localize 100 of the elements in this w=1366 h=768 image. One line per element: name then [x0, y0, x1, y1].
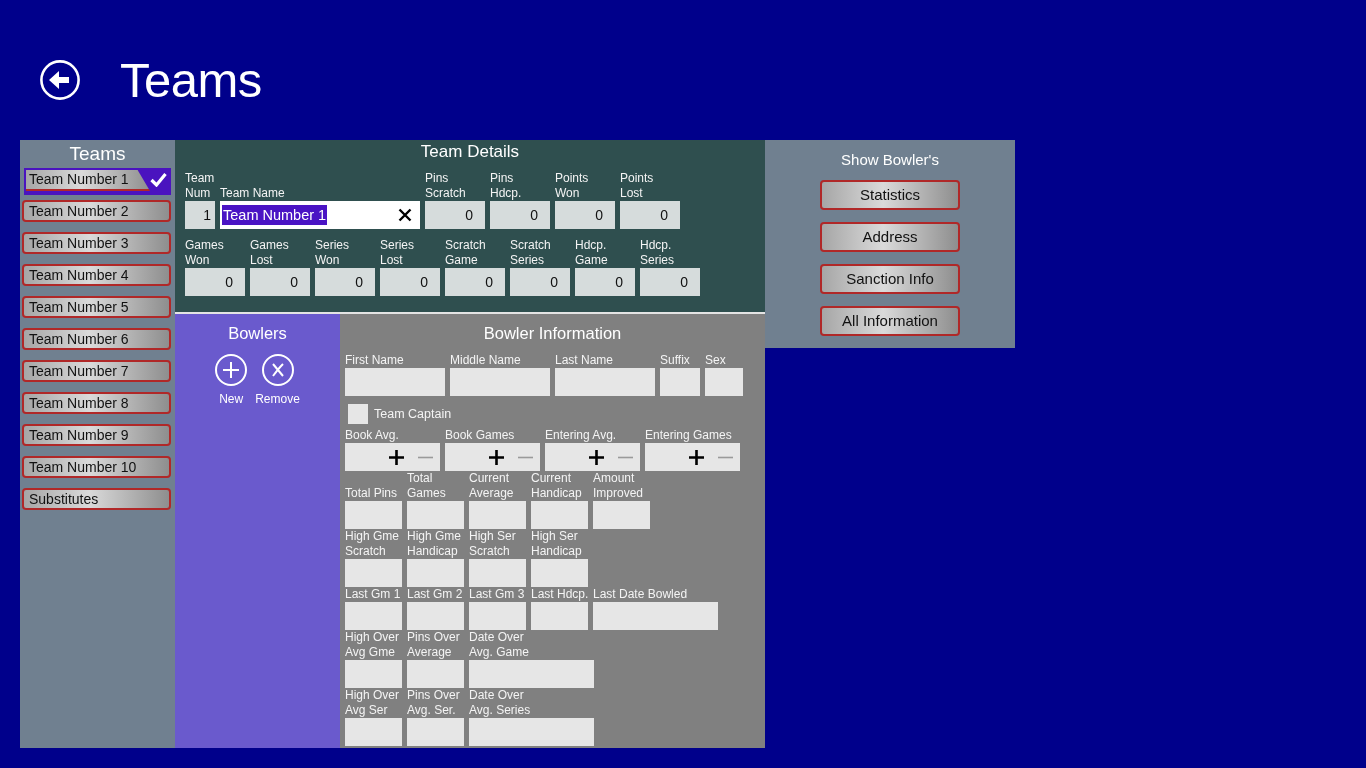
input-field[interactable] — [469, 602, 526, 630]
team-list-item[interactable]: Team Number 10 — [22, 456, 171, 478]
input-field[interactable] — [407, 602, 464, 630]
field-label: High Ser Scratch — [469, 529, 517, 559]
field-label: High Over Avg Gme — [345, 630, 401, 660]
spinner-field[interactable] — [345, 443, 440, 471]
input-field[interactable] — [660, 368, 700, 396]
panel-title: Team Details — [419, 141, 521, 163]
number-field[interactable]: 0 — [425, 201, 485, 229]
field-label: Hdcp. Series — [640, 238, 675, 268]
input-field[interactable] — [345, 660, 402, 688]
team-list-item[interactable]: Team Number 2 — [22, 200, 171, 222]
field-label: Book Avg. — [345, 428, 400, 443]
plus-icon[interactable] — [589, 449, 604, 465]
input-field[interactable] — [531, 501, 588, 529]
number-field[interactable]: 0 — [575, 268, 635, 296]
field-label: Scratch Game — [445, 238, 487, 268]
input-field[interactable] — [469, 718, 594, 746]
number-field[interactable]: 0 — [445, 268, 505, 296]
input-field[interactable] — [345, 602, 402, 630]
checkbox[interactable] — [348, 404, 368, 424]
number-field[interactable]: 0 — [250, 268, 310, 296]
team-list-item[interactable]: Team Number 3 — [22, 232, 171, 254]
input-field[interactable] — [705, 368, 743, 396]
panel-title: Bowler Information — [482, 323, 623, 344]
field-label: Pins Over Avg. Ser. — [407, 688, 461, 718]
field-label: Points Won — [555, 171, 590, 201]
field-label: Last Date Bowled — [593, 587, 689, 602]
input-field[interactable] — [450, 368, 550, 396]
number-field[interactable]: 0 — [185, 268, 245, 296]
panel-title: Bowlers — [227, 323, 288, 344]
plus-icon[interactable] — [389, 449, 404, 465]
field-label: Last Name — [555, 353, 615, 368]
spinner-field[interactable] — [645, 443, 740, 471]
input-field[interactable] — [407, 559, 464, 587]
field-label: Book Games — [445, 428, 516, 443]
team-list-item[interactable]: Team Number 9 — [22, 424, 171, 446]
new-button[interactable]: New — [215, 354, 248, 407]
number-field[interactable]: 0 — [555, 201, 615, 229]
team-list-item[interactable]: Team Number 4 — [22, 264, 171, 286]
input-field[interactable] — [407, 718, 464, 746]
input-field[interactable] — [345, 368, 445, 396]
option-button[interactable]: Statistics — [820, 180, 960, 210]
field-label: Last Hdcp. — [531, 587, 589, 602]
close-icon[interactable] — [398, 208, 412, 222]
field-label: Sex — [705, 353, 727, 368]
check-icon — [150, 172, 167, 187]
field-label: First Name — [345, 353, 405, 368]
option-button[interactable]: Address — [820, 222, 960, 252]
field-label: Entering Avg. — [545, 428, 618, 443]
field-label: Scratch Series — [510, 238, 552, 268]
number-field[interactable]: 1 — [185, 201, 215, 229]
field-label: High Gme Scratch — [345, 529, 401, 559]
input-field[interactable] — [593, 501, 650, 529]
remove-button[interactable]: Remove — [255, 354, 300, 407]
field-label: Pins Scratch — [425, 171, 467, 201]
option-button[interactable]: Sanction Info — [820, 264, 960, 294]
field-label: Pins Hdcp. — [490, 171, 523, 201]
number-field[interactable]: 0 — [620, 201, 680, 229]
input-field[interactable] — [555, 368, 655, 396]
number-field[interactable]: 0 — [510, 268, 570, 296]
input-field[interactable] — [345, 718, 402, 746]
field-label: Current Handicap — [531, 471, 583, 501]
back-icon[interactable] — [40, 60, 80, 100]
input-field[interactable] — [345, 501, 402, 529]
field-label: Total Games — [407, 471, 447, 501]
input-field[interactable] — [469, 501, 526, 529]
input-field[interactable] — [407, 501, 464, 529]
number-field[interactable]: 0 — [380, 268, 440, 296]
field-label: Team Name — [220, 186, 286, 201]
plus-icon[interactable] — [489, 449, 504, 465]
field-label: Series Lost — [380, 238, 415, 268]
team-list-item[interactable]: Substitutes — [22, 488, 171, 510]
input-field[interactable] — [469, 559, 526, 587]
plus-icon[interactable] — [689, 449, 704, 465]
field-label: Points Lost — [620, 171, 655, 201]
spinner-field[interactable] — [545, 443, 640, 471]
spinner-field[interactable] — [445, 443, 540, 471]
input-field[interactable] — [407, 660, 464, 688]
input-field[interactable] — [531, 559, 588, 587]
plus-circle-icon — [215, 354, 248, 386]
text-field[interactable]: Team Number 1 — [220, 201, 420, 229]
input-field[interactable] — [593, 602, 718, 630]
option-button[interactable]: All Information — [820, 306, 960, 336]
number-field[interactable]: 0 — [315, 268, 375, 296]
team-list-item[interactable]: Team Number 1 — [24, 168, 171, 195]
team-list-item[interactable]: Team Number 8 — [22, 392, 171, 414]
field-label: High Over Avg Ser — [345, 688, 401, 718]
field-label: Last Gm 3 — [469, 587, 526, 602]
input-field[interactable] — [345, 559, 402, 587]
input-field[interactable] — [531, 602, 588, 630]
field-label: High Ser Handicap — [531, 529, 583, 559]
team-list-item[interactable]: Team Number 5 — [22, 296, 171, 318]
team-list-item[interactable]: Team Number 6 — [22, 328, 171, 350]
team-list-item[interactable]: Team Number 7 — [22, 360, 171, 382]
number-field[interactable]: 0 — [640, 268, 700, 296]
input-field[interactable] — [469, 660, 594, 688]
field-label: Series Won — [315, 238, 350, 268]
field-label: Pins Over Average — [407, 630, 461, 660]
number-field[interactable]: 0 — [490, 201, 550, 229]
